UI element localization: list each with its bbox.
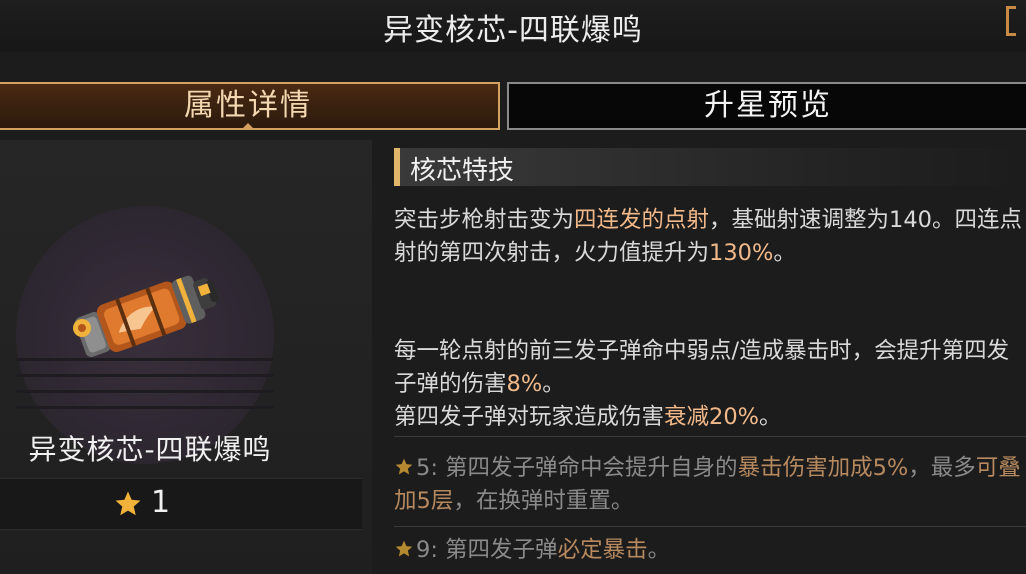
text-segment: 9: 第四发子弹 bbox=[416, 537, 558, 563]
section-title: 核芯特技 bbox=[410, 156, 515, 186]
text-segment: 突击步枪射击变为 bbox=[394, 207, 575, 233]
page-title: 异变核芯-四联爆鸣 bbox=[383, 13, 643, 48]
header-bar: 异变核芯-四联爆鸣 bbox=[0, 0, 1026, 52]
text-segment: 第四发子弹对玩家造成伤害 bbox=[394, 404, 665, 430]
section-header: 核芯特技 bbox=[394, 148, 1026, 186]
barrel-core-icon bbox=[73, 275, 219, 358]
star-icon bbox=[115, 491, 141, 516]
highlight-text: 130% bbox=[709, 240, 774, 266]
text-segment: ，最多 bbox=[908, 455, 976, 481]
highlight-text: 四连发的点射 bbox=[574, 207, 710, 233]
star5-bonus: 5: 第四发子弹命中会提升自身的暴击伤害加成5%，最多可叠加5层，在换弹时重置。 bbox=[394, 452, 1024, 518]
tab-star-preview[interactable]: 升星预览 bbox=[507, 82, 1026, 130]
section-accent-bar bbox=[394, 148, 400, 186]
tab-attribute-details[interactable]: 属性详情 bbox=[0, 82, 500, 130]
star9-bonus: 9: 第四发子弹必定暴击。 bbox=[394, 534, 1024, 567]
star-level-row: 1 bbox=[0, 478, 362, 530]
highlight-text: 衰减20% bbox=[664, 404, 760, 430]
text-segment: 5: 第四发子弹命中会提升自身的 bbox=[416, 455, 738, 481]
text-segment: 。 bbox=[773, 240, 796, 266]
divider bbox=[394, 436, 1026, 437]
tab-label: 属性详情 bbox=[184, 88, 312, 123]
skill-description-2: 每一轮点射的前三发子弹命中弱点/造成暴击时，会提升第四发子弹的伤害8%。 第四发… bbox=[394, 335, 1024, 434]
active-caret-icon bbox=[241, 123, 255, 130]
item-panel: 异变核芯-四联爆鸣 1 bbox=[0, 140, 372, 574]
tab-label: 升星预览 bbox=[704, 88, 832, 123]
text-segment: ，在换弹时重置。 bbox=[453, 488, 634, 514]
text-segment: 。 bbox=[647, 537, 671, 563]
item-name: 异变核芯-四联爆鸣 bbox=[28, 433, 272, 466]
star-icon bbox=[395, 458, 413, 475]
star-icon bbox=[395, 540, 413, 557]
detail-panel: 核芯特技 突击步枪射击变为四连发的点射，基础射速调整为140。四连点射的第四次射… bbox=[372, 140, 1026, 574]
skill-description-1: 突击步枪射击变为四连发的点射，基础射速调整为140。四连点射的第四次射击，火力值… bbox=[394, 204, 1024, 270]
text-segment: 每一轮点射的前三发子弹命中弱点/造成暴击时，会提升第四发子弹的伤害 bbox=[394, 338, 1010, 397]
star-count: 1 bbox=[151, 485, 171, 520]
highlight-text: 暴击伤害加成5% bbox=[737, 455, 909, 481]
highlight-text: 8% bbox=[506, 371, 543, 397]
text-segment: 。 bbox=[542, 371, 565, 397]
divider bbox=[394, 526, 1026, 527]
bracket-icon[interactable] bbox=[1006, 6, 1016, 36]
tab-bar: 属性详情 升星预览 bbox=[0, 82, 1026, 130]
text-segment: 。 bbox=[759, 404, 782, 430]
highlight-text: 必定暴击 bbox=[557, 537, 648, 563]
